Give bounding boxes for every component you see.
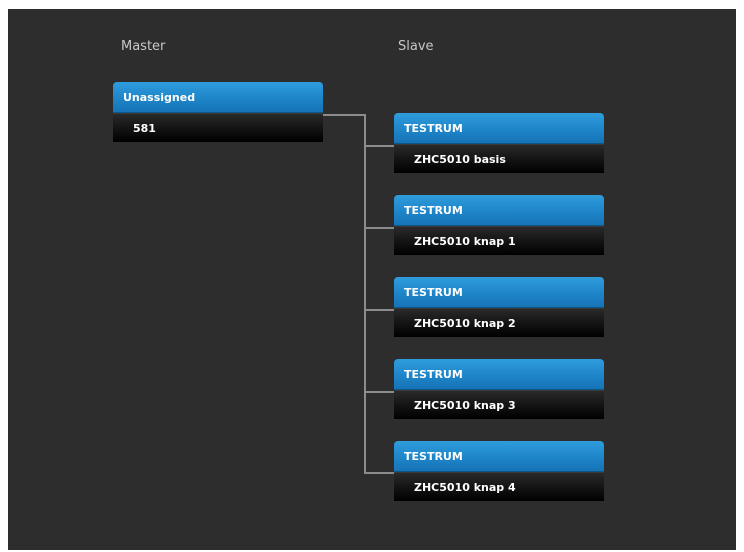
slave-card-value: ZHC5010 knap 2: [394, 308, 604, 337]
connector-branch-line: [364, 472, 395, 474]
slave-card-value: ZHC5010 knap 1: [394, 226, 604, 255]
connector-branch-line: [364, 227, 395, 229]
connector-branch-line: [364, 145, 395, 147]
slave-card[interactable]: TESTRUM ZHC5010 knap 1: [394, 195, 604, 255]
slave-card-header: TESTRUM: [394, 113, 604, 144]
slave-card-header: TESTRUM: [394, 441, 604, 472]
connector-master-line: [322, 114, 366, 116]
connector-trunk-line: [364, 114, 366, 474]
slave-card[interactable]: TESTRUM ZHC5010 basis: [394, 113, 604, 173]
slave-card[interactable]: TESTRUM ZHC5010 knap 3: [394, 359, 604, 419]
slave-card[interactable]: TESTRUM ZHC5010 knap 2: [394, 277, 604, 337]
master-column-label: Master: [121, 39, 166, 54]
master-card[interactable]: Unassigned 581: [113, 82, 323, 142]
master-card-header: Unassigned: [113, 82, 323, 113]
slave-card-header: TESTRUM: [394, 359, 604, 390]
slave-card-header: TESTRUM: [394, 195, 604, 226]
slave-card-value: ZHC5010 knap 4: [394, 472, 604, 501]
slave-card[interactable]: TESTRUM ZHC5010 knap 4: [394, 441, 604, 501]
slave-card-value: ZHC5010 knap 3: [394, 390, 604, 419]
master-card-value: 581: [113, 113, 323, 142]
connector-branch-line: [364, 309, 395, 311]
slave-column-label: Slave: [398, 39, 434, 54]
slave-card-value: ZHC5010 basis: [394, 144, 604, 173]
connector-branch-line: [364, 391, 395, 393]
slave-card-header: TESTRUM: [394, 277, 604, 308]
